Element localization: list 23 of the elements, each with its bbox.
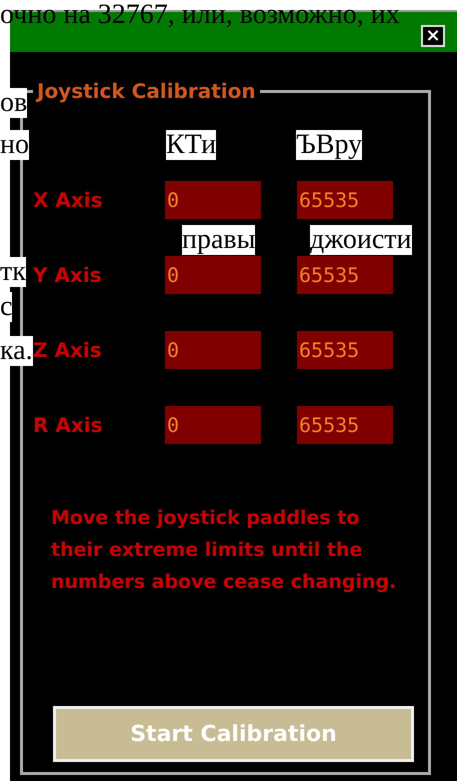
overlay-text: КТи [166,130,216,160]
overlay-text: джоисти [310,225,412,255]
close-button[interactable]: × [421,25,445,47]
max-field[interactable]: 65535 [297,406,393,444]
min-field[interactable]: 0 [165,181,261,219]
overlay-text: правы [182,225,256,255]
min-field[interactable]: 0 [165,406,261,444]
axis-label: Y Axis [33,263,103,287]
overlay-text: с [0,292,12,322]
overlay-text: ЪВру [296,130,362,160]
overlay-text: ка. [0,336,33,366]
min-field[interactable]: 0 [165,256,261,294]
axis-label: Z Axis [33,338,103,362]
max-field[interactable]: 65535 [297,331,393,369]
instruction-text: Move the joystick paddles to their extreme limits until the numbers above cease changing. [51,506,398,595]
max-field[interactable]: 65535 [297,181,393,219]
axis-label: R Axis [33,413,104,437]
overlay-text: тк [0,257,26,287]
overlay-text: но [0,130,29,160]
axis-label: X Axis [33,188,104,212]
max-field[interactable]: 65535 [297,256,393,294]
min-field[interactable]: 0 [165,331,261,369]
overlay-text: ов [0,88,28,118]
